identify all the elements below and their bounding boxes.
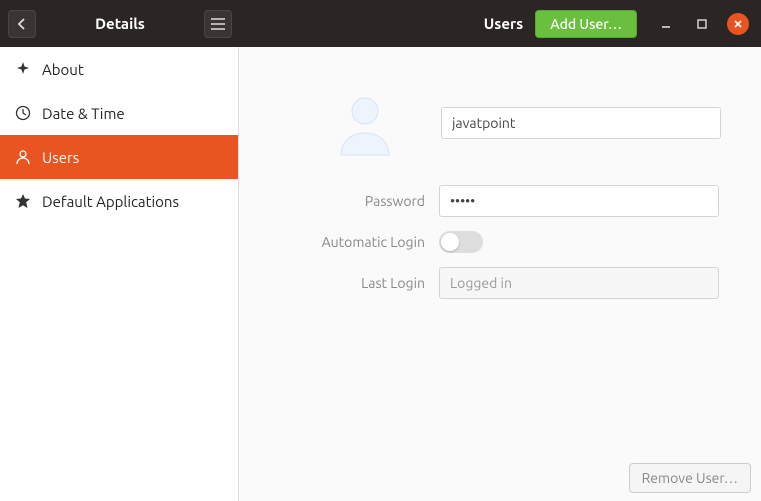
add-user-button[interactable]: Add User… bbox=[535, 10, 637, 38]
star-icon bbox=[14, 192, 32, 210]
maximize-icon bbox=[697, 19, 707, 29]
last-login-row: Last Login bbox=[279, 267, 721, 299]
sidebar-item-datetime[interactable]: Date & Time bbox=[0, 91, 238, 135]
back-button[interactable] bbox=[8, 10, 36, 38]
sidebar: About Date & Time Users Default Applicat… bbox=[0, 47, 239, 501]
sidebar-item-label: Users bbox=[42, 149, 79, 166]
remove-user-button[interactable]: Remove User… bbox=[629, 463, 751, 493]
sidebar-item-label: About bbox=[42, 61, 84, 78]
sidebar-item-users[interactable]: Users bbox=[0, 135, 238, 179]
content-pane: Password Automatic Login Last Login Remo… bbox=[239, 47, 761, 501]
last-login-label: Last Login bbox=[279, 275, 439, 291]
user-header-row bbox=[279, 87, 721, 159]
close-button[interactable] bbox=[727, 13, 749, 35]
password-label: Password bbox=[279, 193, 439, 209]
username-input[interactable] bbox=[441, 107, 721, 139]
titlebar-right: Users Add User… bbox=[240, 0, 761, 47]
avatar[interactable] bbox=[329, 87, 401, 159]
sidebar-item-default-apps[interactable]: Default Applications bbox=[0, 179, 238, 223]
maximize-button[interactable] bbox=[691, 13, 713, 35]
last-login-value bbox=[439, 267, 719, 299]
password-row: Password bbox=[279, 185, 721, 217]
titlebar-left: Details bbox=[0, 0, 240, 47]
auto-login-row: Automatic Login bbox=[279, 231, 721, 253]
avatar-icon bbox=[329, 87, 401, 159]
minimize-icon bbox=[661, 19, 671, 29]
user-icon bbox=[14, 148, 32, 166]
minimize-button[interactable] bbox=[655, 13, 677, 35]
sidebar-title: Details bbox=[36, 15, 204, 32]
auto-login-label: Automatic Login bbox=[279, 234, 439, 250]
titlebar: Details Users Add User… bbox=[0, 0, 761, 47]
sidebar-item-label: Date & Time bbox=[42, 105, 125, 122]
page-title: Users bbox=[240, 15, 535, 32]
menu-button[interactable] bbox=[204, 10, 232, 38]
close-icon bbox=[733, 19, 743, 29]
sidebar-item-label: Default Applications bbox=[42, 193, 179, 210]
hamburger-icon bbox=[211, 18, 225, 30]
chevron-left-icon bbox=[17, 18, 27, 30]
sidebar-item-about[interactable]: About bbox=[0, 47, 238, 91]
password-input[interactable] bbox=[439, 185, 719, 217]
sparkle-icon bbox=[14, 60, 32, 78]
clock-icon bbox=[14, 104, 32, 122]
auto-login-toggle[interactable] bbox=[439, 231, 483, 253]
